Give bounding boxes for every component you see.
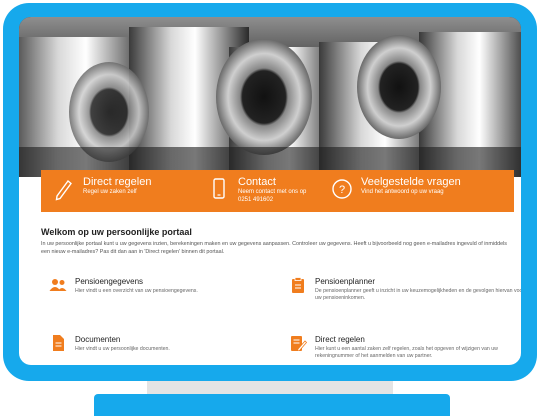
faq-link[interactable]: ? Veelgestelde vragen Vind het antwoord … [331,176,461,202]
card-title: Documenten [75,335,121,344]
welcome-text: In uw persoonlijke portaal kunt u uw geg… [41,241,507,255]
card-documenten[interactable]: Documenten Hier vindt u uw persoonlijke … [49,335,285,353]
hero-image [19,17,521,177]
welcome-section: Welkom op uw persoonlijke portaal In uw … [41,227,521,256]
card-title: Pensioenplanner [315,277,376,286]
svg-text:?: ? [339,184,345,196]
monitor-stand-neck [147,381,393,395]
card-pensioenplanner[interactable]: Pensioenplanner De pensioenplanner geeft… [289,277,521,302]
pencil-icon [55,179,72,201]
card-title: Direct regelen [315,335,365,344]
banner-title: Contact [238,176,276,188]
welcome-title: Welkom op uw persoonlijke portaal [41,227,192,237]
question-icon: ? [332,179,352,199]
contact-link[interactable]: Contact Neem contact met ons op 0251 491… [208,176,306,204]
card-description: Hier vindt u uw persoonlijke documenten. [75,346,170,352]
card-description: Hier vindt u een overzicht van uw pensio… [75,288,198,294]
direct-regelen-link[interactable]: Direct regelen Regel uw zaken zelf [53,176,151,202]
card-direct-regelen[interactable]: Direct regelen Hier kunt u een aantal za… [289,335,521,360]
banner-title: Veelgestelde vragen [361,176,461,188]
contact-phone-number: 0251 491602 [238,197,274,203]
edit-form-icon [291,336,307,351]
clipboard-icon [292,277,304,293]
users-icon [49,279,67,291]
card-description: Hier kunt u een aantal zaken zelf regele… [315,346,498,359]
banner-subtitle: Regel uw zaken zelf [83,189,137,195]
banner-subtitle: Neem contact met ons op [238,189,307,195]
monitor-stand-base [94,394,450,416]
card-pensioengegevens[interactable]: Pensioengegevens Hier vindt u een overzi… [49,277,285,295]
quick-links-banner: Direct regelen Regel uw zaken zelf Conta… [41,170,514,212]
document-icon [53,335,64,351]
card-title: Pensioengegevens [75,277,144,286]
card-description: De pensioenplanner geeft u inzicht in uw… [315,288,521,301]
banner-title: Direct regelen [83,176,152,188]
phone-icon [213,178,225,199]
portal-screen: Direct regelen Regel uw zaken zelf Conta… [19,17,521,365]
banner-subtitle: Vind het antwoord op uw vraag [361,189,444,195]
monitor-frame: Direct regelen Regel uw zaken zelf Conta… [3,3,537,381]
